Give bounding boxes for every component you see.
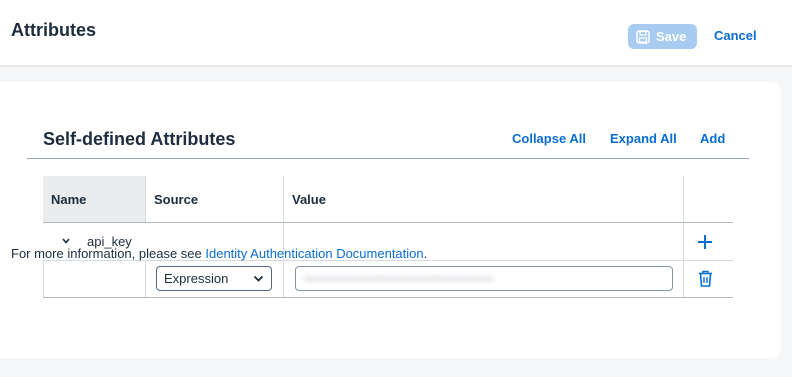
section-divider xyxy=(27,158,749,159)
value-input[interactable]: ••••••••••••••••••••••••••••••••••••••••… xyxy=(295,266,673,291)
add-icon[interactable] xyxy=(697,234,713,250)
column-divider xyxy=(283,176,284,298)
header-divider xyxy=(43,222,733,223)
section-title: Self-defined Attributes xyxy=(43,129,236,149)
attributes-card: Self-defined Attributes Collapse All Exp… xyxy=(0,82,781,358)
column-divider xyxy=(43,260,44,298)
column-header-source: Source xyxy=(154,192,199,207)
source-select[interactable]: Expression xyxy=(156,266,272,291)
chevron-down-icon[interactable] xyxy=(61,236,71,246)
footer-text: For more information, please see xyxy=(11,246,206,261)
page-title: Attributes xyxy=(11,20,96,40)
attributes-table: Name Source Value api_key Expression •••… xyxy=(43,176,733,298)
dropdown-arrow-icon xyxy=(253,275,264,282)
table-bottom-border xyxy=(43,297,733,298)
cancel-button[interactable]: Cancel xyxy=(714,28,757,43)
save-icon xyxy=(636,29,650,44)
page-header: Attributes Save Cancel xyxy=(0,0,792,66)
column-divider xyxy=(683,176,684,298)
column-divider xyxy=(145,260,146,298)
column-header-name: Name xyxy=(51,192,87,207)
column-divider xyxy=(145,176,146,222)
column-header-value: Value xyxy=(292,192,326,207)
add-button[interactable]: Add xyxy=(700,131,725,146)
footer-suffix: . xyxy=(423,246,428,261)
value-input-text: ••••••••••••••••••••••••••••••••••••••••… xyxy=(304,271,494,286)
documentation-link[interactable]: Identity Authentication Documentation xyxy=(205,246,423,261)
trash-icon[interactable] xyxy=(698,270,713,287)
save-label: Save xyxy=(656,29,687,44)
expand-all-button[interactable]: Expand All xyxy=(610,131,677,146)
save-button[interactable]: Save xyxy=(628,24,697,49)
footer-info: For more information, please see Identit… xyxy=(11,246,427,261)
collapse-all-button[interactable]: Collapse All xyxy=(512,131,586,146)
source-select-value: Expression xyxy=(164,271,229,286)
